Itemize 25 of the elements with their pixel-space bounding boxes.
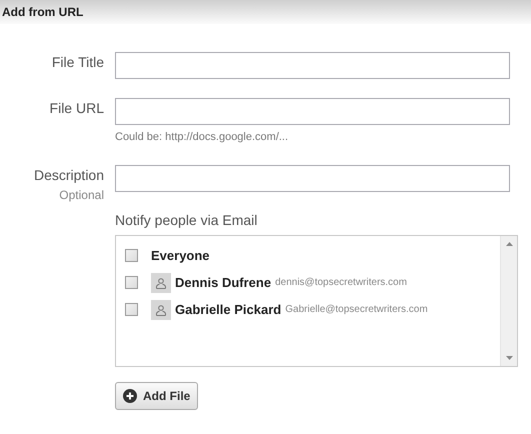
checkbox[interactable]	[125, 249, 138, 262]
recipient-name: Dennis Dufrene	[175, 274, 272, 292]
add-file-button[interactable]: Add File	[115, 382, 198, 410]
field-label: Description	[34, 166, 104, 185]
recipient-name: Everyone	[151, 246, 210, 265]
text-field[interactable]	[115, 164, 510, 192]
recipient-email: dennis@topsecretwriters.com	[275, 276, 407, 290]
text-field[interactable]	[115, 98, 510, 125]
plus-icon	[123, 388, 137, 402]
avatar-icon	[151, 272, 171, 292]
recipient-email: Gabrielle@topsecretwriters.com	[285, 303, 428, 317]
field-label: File Title	[52, 53, 104, 72]
recipient-name: Gabrielle Pickard	[175, 300, 282, 319]
scroll-up-icon[interactable]	[506, 242, 512, 246]
scroll-down-icon[interactable]	[506, 356, 512, 360]
text-field[interactable]	[115, 52, 510, 79]
notify-label: Notify people via Email	[115, 210, 258, 230]
optional-note: Optional	[59, 186, 104, 204]
checkbox[interactable]	[125, 276, 138, 289]
field-label: File URL	[50, 99, 104, 118]
hint-text: Could be: http://docs.google.com/...	[115, 130, 290, 145]
scrollbar[interactable]	[500, 236, 517, 366]
checkbox[interactable]	[125, 303, 138, 316]
header-title: Add from URL	[2, 4, 84, 21]
avatar-icon	[151, 300, 171, 320]
